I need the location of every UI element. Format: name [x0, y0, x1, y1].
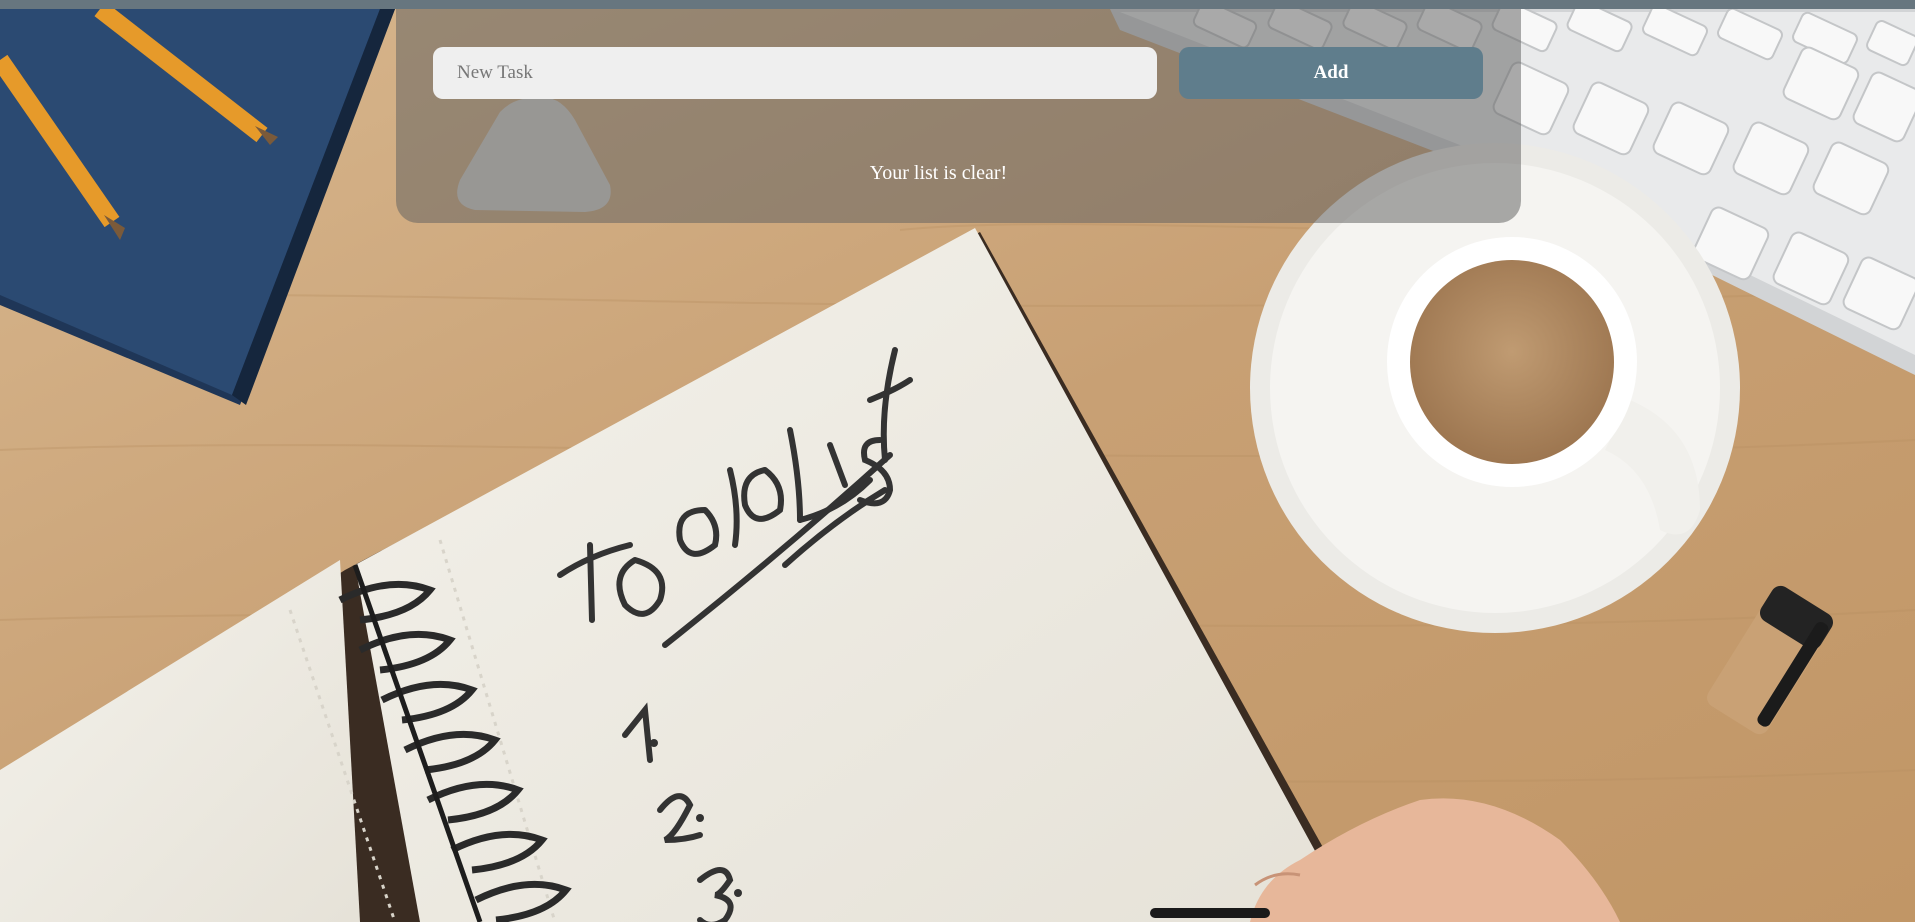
new-task-input[interactable] — [433, 47, 1157, 99]
empty-list-message: Your list is clear! — [869, 162, 1008, 184]
add-task-button[interactable]: Add — [1179, 47, 1483, 99]
todo-panel: Add Your list is clear! — [396, 9, 1521, 223]
top-bar — [0, 0, 1915, 9]
